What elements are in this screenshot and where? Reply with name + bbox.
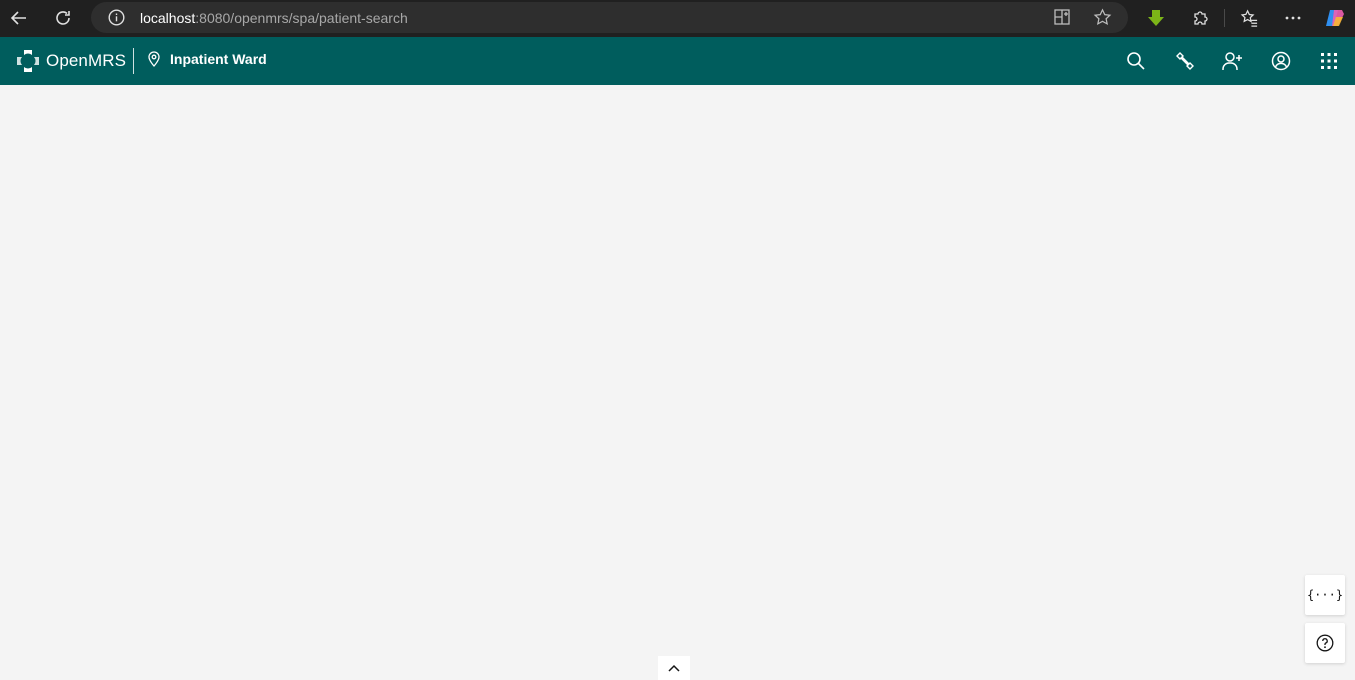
devtools-label: {···}: [1306, 588, 1344, 602]
add-user-icon: [1222, 52, 1242, 70]
add-patient-button[interactable]: [1209, 37, 1257, 85]
favorite-star-icon[interactable]: [1093, 8, 1112, 32]
implementer-tools-button[interactable]: {···}: [1305, 575, 1345, 615]
refresh-icon: [56, 11, 70, 25]
download-extension-icon[interactable]: [1143, 5, 1169, 31]
header-divider: [133, 48, 134, 74]
url-path: :8080/openmrs/spa/patient-search: [195, 10, 408, 26]
user-avatar-icon: [1271, 51, 1291, 71]
favorites-list-icon[interactable]: [1236, 5, 1262, 31]
help-icon: [1316, 634, 1334, 652]
openmrs-logo[interactable]: [15, 48, 41, 74]
help-button[interactable]: [1305, 623, 1345, 663]
location-label: Inpatient Ward: [170, 51, 267, 67]
toolbar-separator: [1224, 9, 1225, 27]
search-icon: [1127, 52, 1145, 70]
address-bar[interactable]: localhost:8080/openmrs/spa/patient-searc…: [91, 2, 1128, 33]
search-button[interactable]: [1112, 37, 1160, 85]
extensions-puzzle-icon[interactable]: [1187, 5, 1213, 31]
location-pin-icon: [148, 51, 160, 67]
back-arrow-icon: [10, 11, 26, 25]
brand-name: OpenMRS: [46, 51, 127, 70]
openmrs-logo-icon: [17, 50, 39, 72]
user-menu-button[interactable]: [1257, 37, 1305, 85]
url-text[interactable]: localhost:8080/openmrs/spa/patient-searc…: [140, 10, 408, 26]
system-admin-button[interactable]: [1160, 37, 1208, 85]
browser-toolbar: localhost:8080/openmrs/spa/patient-searc…: [0, 0, 1355, 37]
refresh-button[interactable]: [49, 4, 77, 32]
app-switcher-button[interactable]: [1305, 37, 1353, 85]
expand-panel-button[interactable]: [658, 656, 690, 680]
main-content: [0, 85, 1355, 680]
app-available-icon[interactable]: [1053, 8, 1071, 31]
chevron-up-icon: [668, 664, 680, 672]
site-info-icon[interactable]: [108, 9, 125, 31]
back-button[interactable]: [5, 4, 33, 32]
app-switcher-icon: [1321, 53, 1337, 69]
copilot-icon[interactable]: [1322, 5, 1348, 31]
url-host: localhost: [140, 10, 196, 26]
app-header: OpenMRS Inpatient Ward: [0, 37, 1355, 85]
wrench-icon: [1176, 52, 1194, 70]
more-menu-icon[interactable]: [1280, 5, 1306, 31]
location-selector[interactable]: Inpatient Ward: [147, 51, 267, 67]
